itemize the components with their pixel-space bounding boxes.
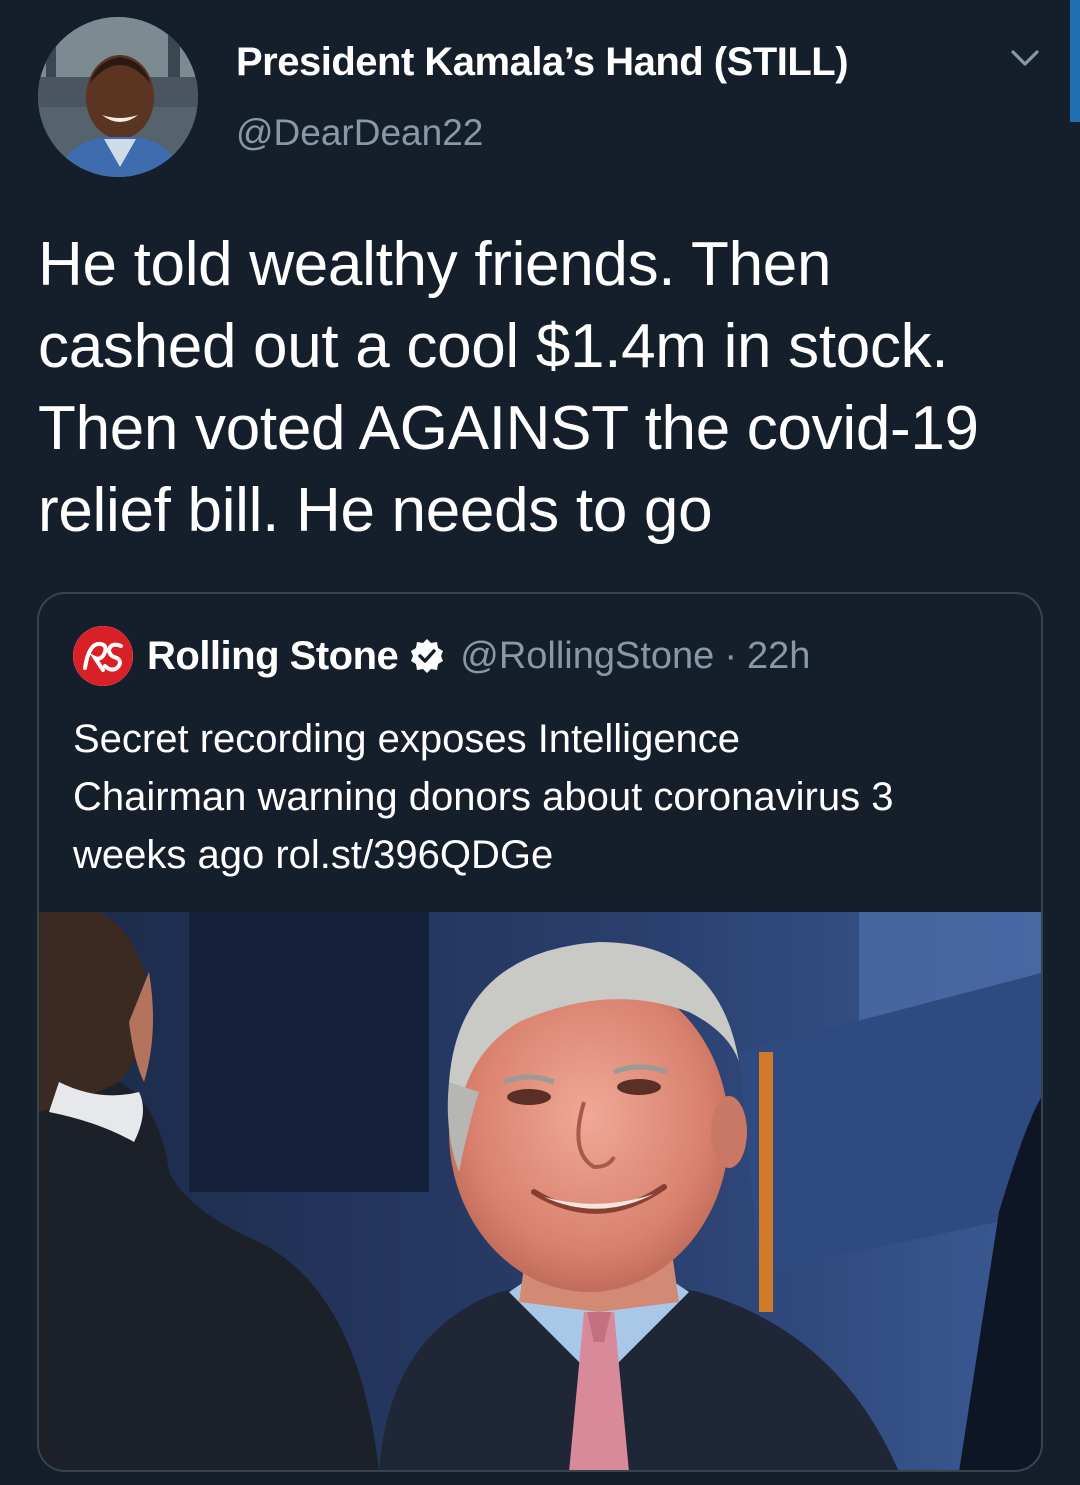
tweet-text-line: cashed out a cool $1.4m in stock.	[38, 312, 949, 381]
scrollbar-thumb[interactable]	[1070, 0, 1080, 122]
quoted-tweet-image[interactable]	[39, 912, 1041, 1470]
quoted-tweet-card[interactable]: Rolling Stone @RollingStone · 22h Secret…	[37, 592, 1043, 1472]
avatar[interactable]	[38, 17, 198, 177]
verified-badge-icon	[411, 639, 444, 673]
avatar-photo	[38, 17, 198, 177]
chevron-down-icon[interactable]	[1008, 44, 1042, 72]
separator-dot: ·	[724, 634, 737, 677]
tweet-text-line: relief bill. He needs to go	[38, 476, 713, 545]
tweet-text-line: Then voted AGAINST the covid-19	[38, 394, 979, 463]
quoted-text-line: Secret recording exposes Intelligence	[73, 717, 741, 761]
quoted-tweet-header: Rolling Stone @RollingStone · 22h	[73, 624, 810, 688]
quoted-text-line: weeks ago rol.st/396QDGe	[73, 833, 554, 877]
rolling-stone-logo[interactable]	[73, 626, 133, 686]
quoted-text-line: Chairman warning donors about coronaviru…	[73, 775, 894, 819]
quoted-tweet-text: Secret recording exposes Intelligence Ch…	[73, 710, 1013, 884]
quoted-author-name[interactable]: Rolling Stone	[147, 634, 399, 679]
author-name[interactable]: President Kamala’s Hand (STILL)	[236, 40, 849, 85]
author-handle[interactable]: @DearDean22	[236, 112, 483, 154]
tweet-text: He told wealthy friends. Then cashed out…	[38, 224, 1058, 552]
rolling-stone-logo-mark	[73, 626, 133, 686]
quoted-timestamp[interactable]: 22h	[747, 635, 810, 678]
tweet-text-line: He told wealthy friends. Then	[38, 230, 832, 299]
quoted-author-handle[interactable]: @RollingStone	[460, 635, 714, 678]
news-photo	[39, 912, 1041, 1470]
